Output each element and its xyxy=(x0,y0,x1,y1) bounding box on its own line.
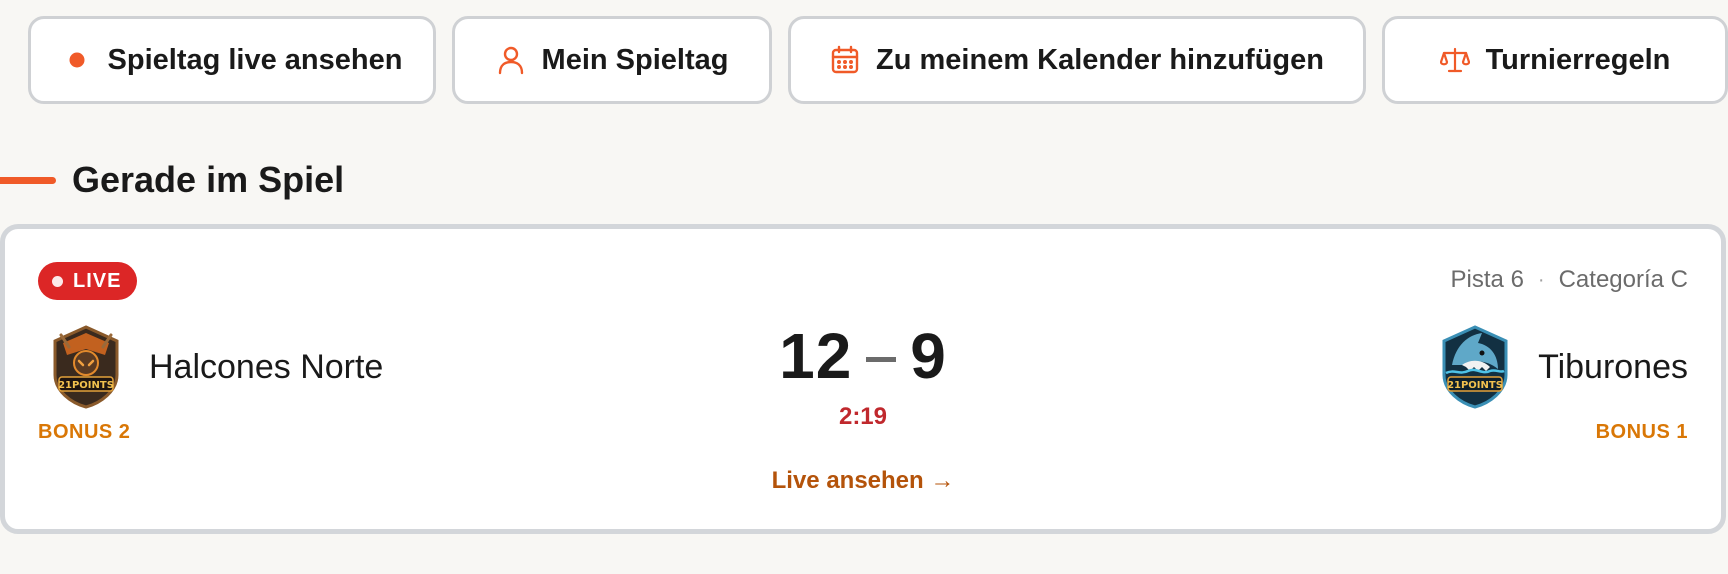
section-accent-bar xyxy=(0,176,56,184)
action-bar: Spieltag live ansehen Mein Spieltag Zu m… xyxy=(28,16,1728,104)
away-bonus: BONUS 1 xyxy=(1595,421,1688,443)
court-label: Pista 6 xyxy=(1450,266,1524,293)
my-matchday-label: Mein Spieltag xyxy=(541,43,729,76)
home-score: 12 xyxy=(779,320,853,392)
live-badge-label: LIVE xyxy=(73,269,122,292)
live-badge: LIVE xyxy=(38,262,138,300)
live-match-card[interactable]: LIVE Pista 6 · Categoría C 21POINTS Halc… xyxy=(0,224,1726,534)
page: Spieltag live ansehen Mein Spieltag Zu m… xyxy=(0,0,1728,574)
my-matchday-button[interactable]: Mein Spieltag xyxy=(452,16,772,104)
match-meta: Pista 6 · Categoría C xyxy=(1451,266,1688,294)
away-score: 9 xyxy=(910,320,947,392)
meta-separator: · xyxy=(1537,268,1545,291)
add-to-calendar-label: Zu meinem Kalender hinzufügen xyxy=(876,43,1324,76)
scales-icon xyxy=(1439,45,1470,75)
add-to-calendar-button[interactable]: Zu meinem Kalender hinzufügen xyxy=(788,16,1366,104)
category-label: Categoría C xyxy=(1558,266,1688,293)
away-team: 21POINTS Tiburones xyxy=(1438,325,1688,409)
score-separator xyxy=(866,356,897,362)
live-indicator-icon xyxy=(52,275,63,287)
away-team-logo: 21POINTS xyxy=(1438,325,1512,409)
calendar-icon xyxy=(830,45,860,75)
tournament-rules-button[interactable]: Turnierregeln xyxy=(1382,16,1728,104)
watch-matchday-live-label: Spieltag live ansehen xyxy=(107,43,403,76)
away-team-name: Tiburones xyxy=(1538,347,1688,386)
tournament-rules-label: Turnierregeln xyxy=(1485,43,1671,76)
watch-live-link[interactable]: Live ansehen → xyxy=(5,467,1721,495)
section-heading: Gerade im Spiel xyxy=(0,156,344,204)
live-dot-icon xyxy=(62,45,92,75)
user-icon xyxy=(496,45,526,75)
away-logo-text: 21POINTS xyxy=(1447,380,1503,391)
watch-matchday-live-button[interactable]: Spieltag live ansehen xyxy=(28,16,436,104)
section-title: Gerade im Spiel xyxy=(72,159,345,200)
